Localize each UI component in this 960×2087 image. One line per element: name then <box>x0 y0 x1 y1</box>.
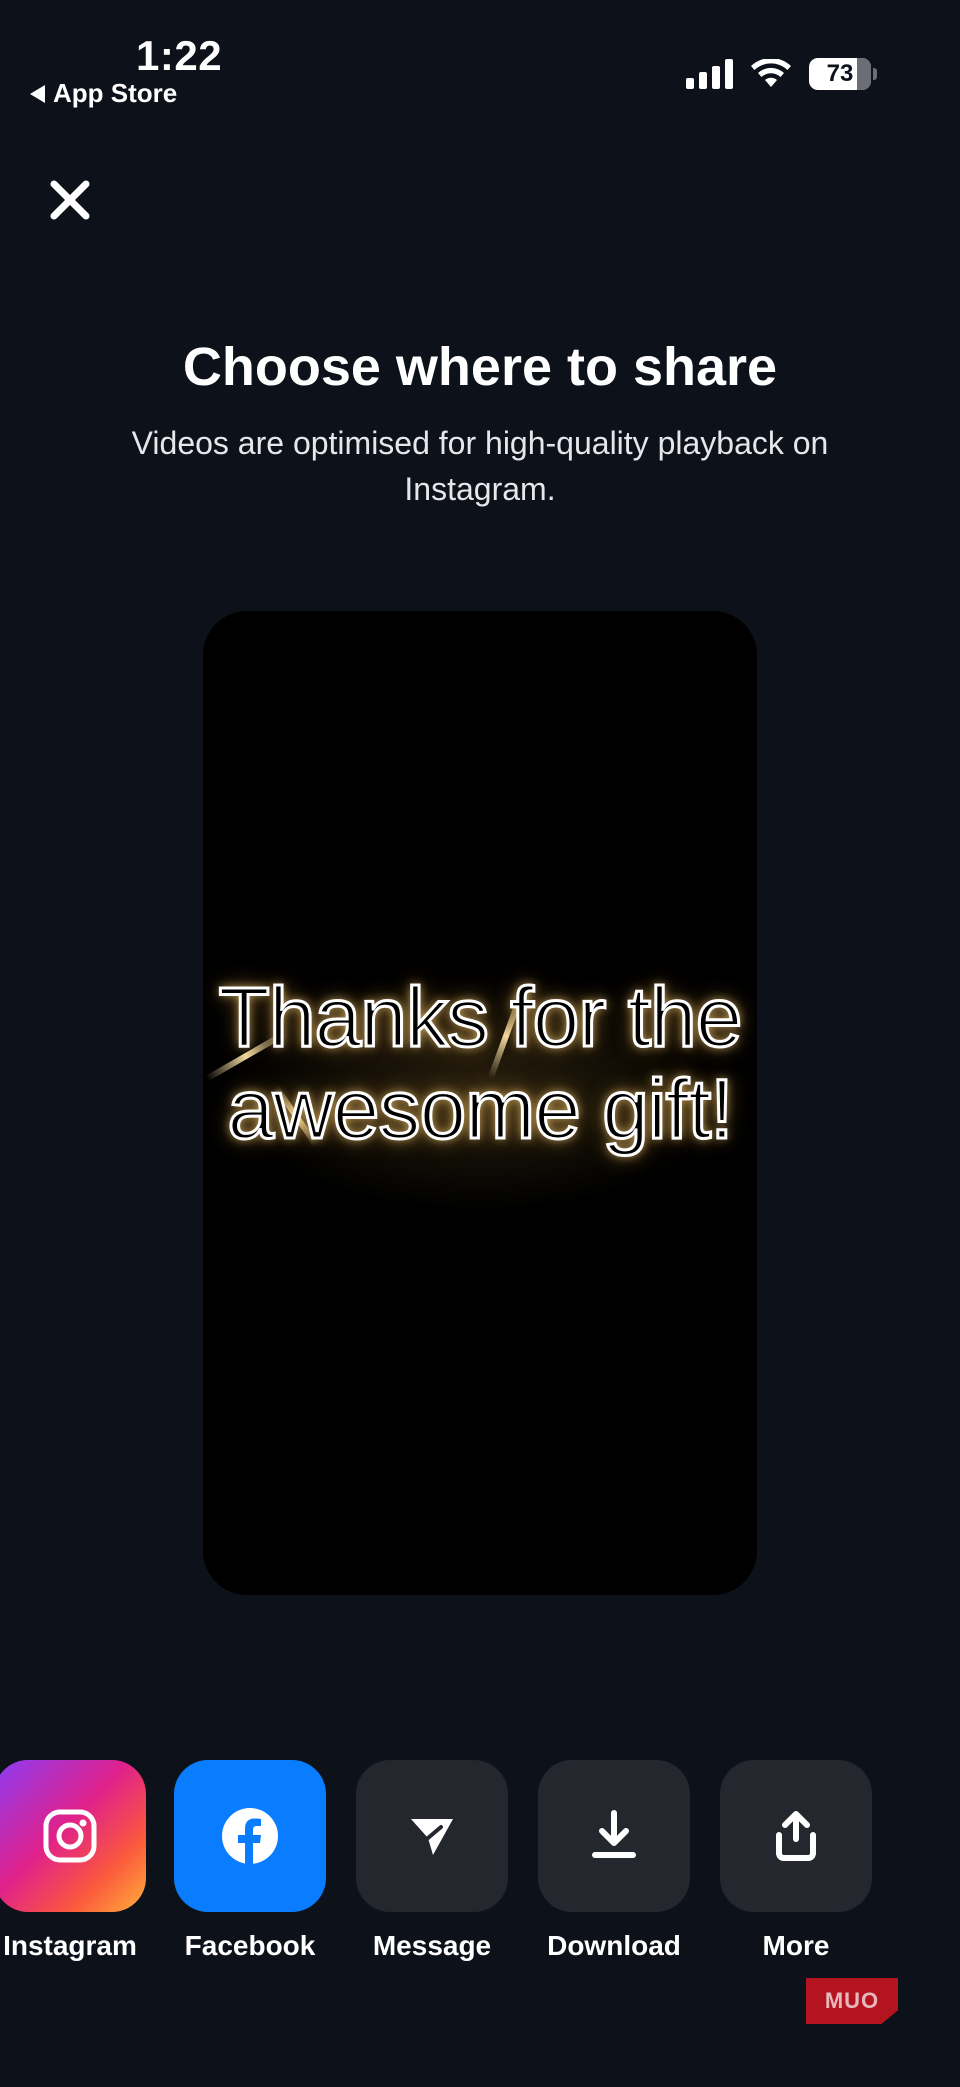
instagram-label: Instagram <box>3 1930 137 1961</box>
status-time: 1:22 <box>136 32 223 79</box>
back-to-app-link[interactable]: App Store <box>30 78 177 109</box>
facebook-icon <box>222 1808 278 1865</box>
close-button[interactable] <box>46 176 94 224</box>
send-icon <box>411 1819 453 1855</box>
share-options-row: Instagram Facebook Message Download More <box>0 1760 960 1962</box>
message-tile[interactable] <box>356 1760 508 1912</box>
video-preview[interactable]: Thanks for the awesome gift! <box>203 611 757 1595</box>
download-label: Download <box>547 1930 681 1961</box>
preview-caption: Thanks for the awesome gift! <box>217 970 744 1157</box>
share-instagram-button[interactable]: Instagram <box>0 1760 150 1962</box>
back-app-label: App Store <box>53 78 178 108</box>
status-indicators: 73 <box>686 58 877 90</box>
more-label: More <box>762 1930 830 1961</box>
download-icon <box>592 1810 636 1858</box>
battery-level: 73 <box>826 60 854 87</box>
share-message-button[interactable]: Message <box>352 1760 512 1962</box>
facebook-tile[interactable] <box>174 1760 326 1912</box>
battery-icon: 73 <box>809 58 871 90</box>
share-download-button[interactable]: Download <box>534 1760 694 1962</box>
share-up-icon <box>776 1811 816 1861</box>
share-more-button[interactable]: More <box>716 1760 876 1962</box>
facebook-label: Facebook <box>184 1930 316 1961</box>
more-tile[interactable] <box>720 1760 872 1912</box>
close-icon <box>50 180 90 220</box>
cellular-signal-icon <box>686 59 733 89</box>
instagram-icon <box>43 1809 97 1863</box>
wifi-icon <box>751 59 791 87</box>
page-title: Choose where to share <box>182 337 778 397</box>
back-arrow-icon <box>30 84 45 103</box>
instagram-tile[interactable] <box>0 1760 146 1912</box>
message-label: Message <box>372 1930 492 1961</box>
share-facebook-button[interactable]: Facebook <box>170 1760 330 1962</box>
download-tile[interactable] <box>538 1760 690 1912</box>
page-subtitle: Videos are optimised for high-quality pl… <box>131 425 829 507</box>
muo-watermark-logo: MUO <box>806 1978 898 2024</box>
